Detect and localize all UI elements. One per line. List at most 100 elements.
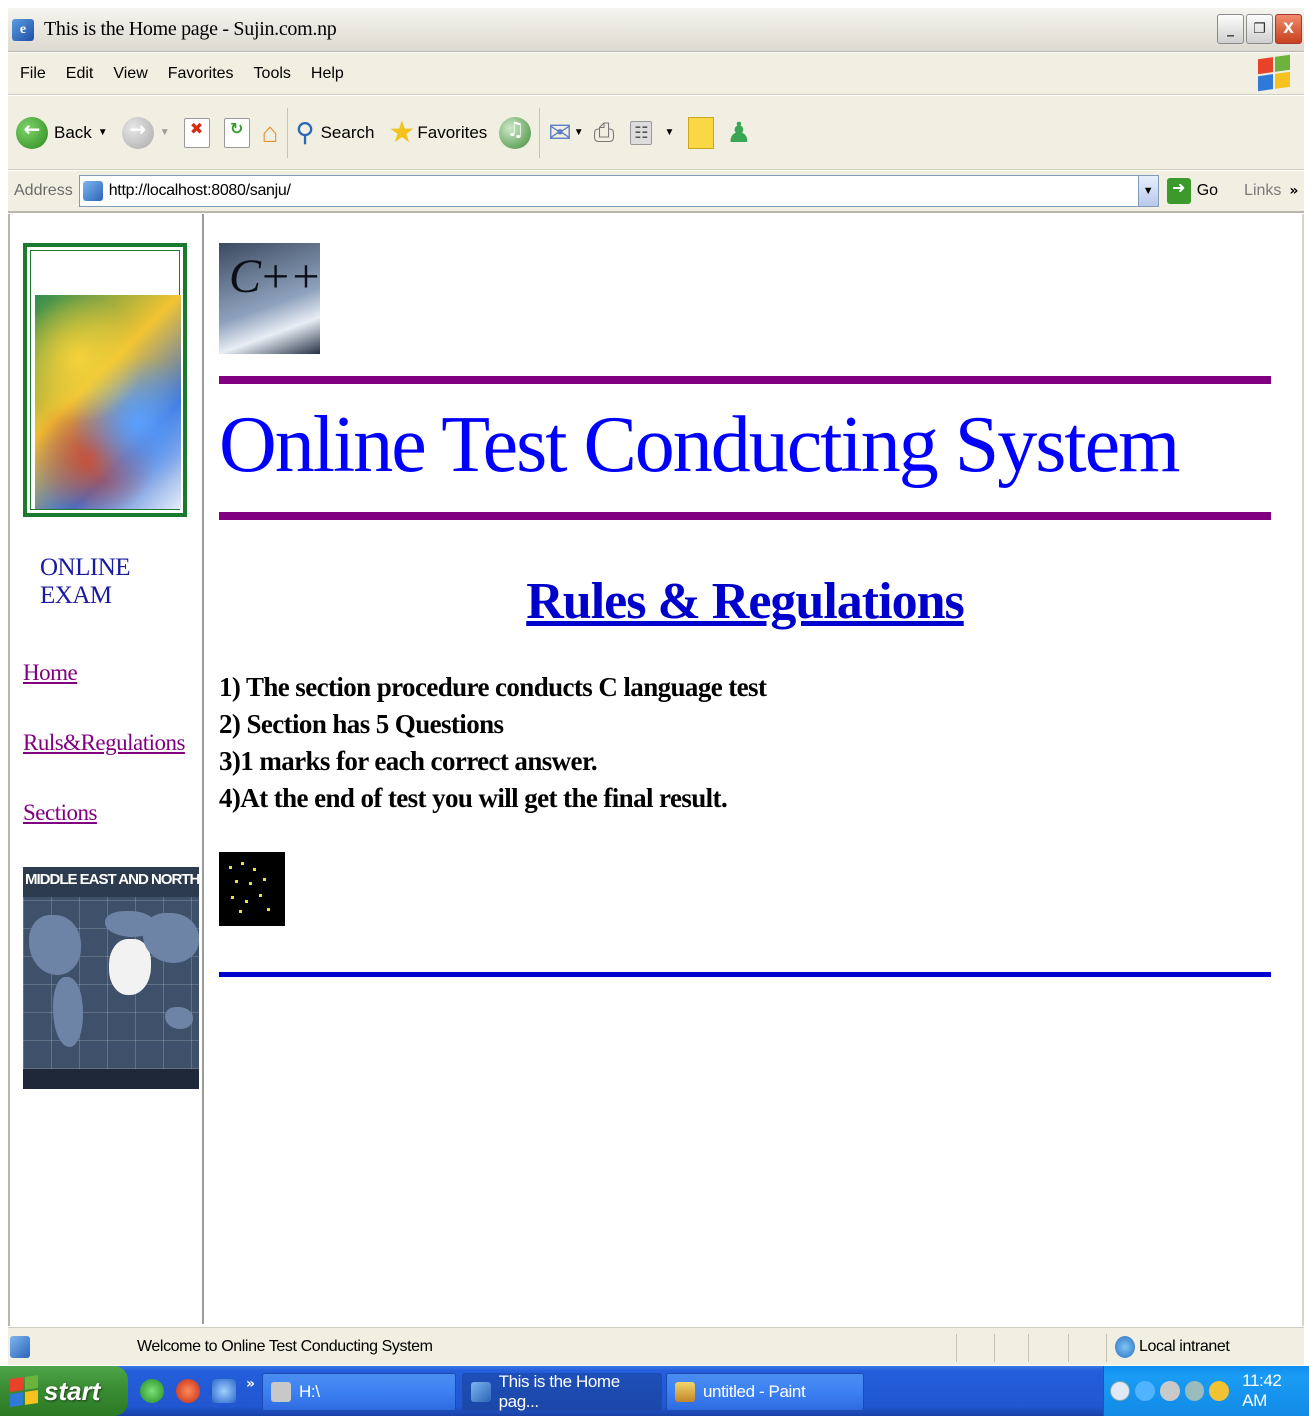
nav-link-sections[interactable]: Sections — [23, 800, 97, 826]
taskbar-button-browser[interactable]: This is the Home pag... — [462, 1372, 662, 1411]
map-footer — [23, 1069, 199, 1089]
map-continent — [29, 915, 81, 975]
print-button[interactable]: ⎙ — [594, 117, 615, 149]
address-input[interactable]: http://localhost:8080/sanju/ ▼ — [78, 175, 1159, 207]
page-title: Online Test Conducting System — [219, 401, 1180, 489]
paint-icon — [675, 1382, 695, 1402]
nav-link-rules[interactable]: Ruls&Regulations — [23, 730, 185, 756]
window-title: This is the Home page - Sujin.com.np — [44, 18, 337, 40]
printer-icon: ⎙ — [593, 116, 615, 147]
home-button[interactable]: ⌂ — [262, 117, 279, 149]
start-button[interactable]: start — [0, 1366, 128, 1416]
brand-title: ONLINE EXAM — [40, 554, 131, 609]
links-toolbar[interactable]: Links — [1244, 182, 1281, 200]
toolbar-separator — [539, 107, 541, 158]
anim-dot — [253, 868, 256, 871]
start-label: start — [44, 1375, 101, 1406]
media-icon: ♫ — [499, 116, 532, 149]
standard-toolbar: ← Back ▼ → ▼ ✖ ↻ ⌂ ⚲ Search ★ Favorites … — [8, 96, 1304, 170]
intranet-zone-icon — [1115, 1335, 1135, 1358]
quicklaunch-desktop-icon[interactable] — [212, 1379, 236, 1403]
menu-favorites[interactable]: Favorites — [168, 65, 234, 83]
anim-dot — [259, 894, 262, 897]
nav-link-home[interactable]: Home — [23, 660, 78, 686]
exam-logo-image — [35, 295, 181, 509]
discuss-button[interactable] — [688, 116, 715, 149]
page-favicon-icon — [82, 181, 103, 201]
toolbar-separator — [286, 107, 288, 158]
ie-window-icon — [471, 1382, 491, 1402]
animated-image — [219, 852, 285, 926]
status-bar: Welcome to Online Test Conducting System… — [8, 1327, 1304, 1365]
forward-dropdown-icon[interactable]: ▼ — [160, 127, 170, 138]
anim-dot — [267, 908, 270, 911]
media-button[interactable]: ♫ — [499, 116, 532, 149]
back-button[interactable]: ← Back ▼ — [16, 116, 108, 149]
tray-volume-icon[interactable] — [1159, 1381, 1180, 1401]
address-url: http://localhost:8080/sanju/ — [108, 182, 291, 199]
links-chevron-icon[interactable]: » — [1289, 183, 1298, 199]
status-panel — [1068, 1334, 1069, 1362]
tray-collapse-icon[interactable] — [1110, 1381, 1130, 1401]
page-status-icon — [10, 1335, 30, 1358]
window-controls: _ ❐ X — [1217, 14, 1302, 44]
refresh-button[interactable]: ↻ — [223, 117, 250, 148]
windows-logo-icon — [10, 1375, 38, 1407]
close-button[interactable]: X — [1275, 14, 1302, 44]
taskbar-button-drive[interactable]: H:\ — [262, 1373, 456, 1411]
tray-update-icon[interactable] — [1209, 1381, 1230, 1401]
stop-button[interactable]: ✖ — [183, 117, 210, 148]
rules-heading[interactable]: Rules & Regulations — [219, 572, 1271, 631]
status-panel — [956, 1334, 957, 1362]
minimize-button[interactable]: _ — [1217, 14, 1244, 44]
forward-button[interactable]: → ▼ — [121, 116, 170, 149]
search-button[interactable]: ⚲ Search — [296, 117, 375, 148]
menu-file[interactable]: File — [20, 65, 46, 83]
back-dropdown-icon[interactable]: ▼ — [98, 127, 108, 138]
mail-button[interactable]: ✉ ▼ — [548, 116, 583, 149]
page-viewport: ONLINE EXAM Home Ruls&Regulations Sectio… — [8, 214, 1304, 1326]
go-button[interactable]: ➜ Go — [1166, 178, 1219, 204]
taskbar-clock[interactable]: 11:42 AM — [1242, 1371, 1309, 1411]
favorites-label: Favorites — [417, 122, 488, 142]
quicklaunch-ie-icon[interactable] — [140, 1379, 164, 1403]
go-label: Go — [1196, 182, 1219, 199]
menu-edit[interactable]: Edit — [66, 65, 94, 83]
rule-item: 2) Section has 5 Questions — [219, 709, 504, 739]
anim-dot — [249, 882, 252, 885]
edit-page-icon: ☷ — [630, 120, 653, 145]
taskbar-button-paint[interactable]: untitled - Paint — [666, 1373, 864, 1411]
ie-app-icon: e — [12, 18, 34, 41]
map-continent — [53, 977, 83, 1047]
address-dropdown-icon[interactable]: ▼ — [1137, 176, 1158, 206]
messenger-button[interactable]: ♟ — [726, 116, 751, 149]
anim-dot — [245, 900, 248, 903]
anim-dot — [235, 880, 238, 883]
menu-help[interactable]: Help — [311, 65, 344, 83]
tray-network-icon[interactable] — [1134, 1381, 1155, 1401]
messenger-buddies-icon: ♟ — [726, 117, 752, 148]
taskbar-button-label: H:\ — [299, 1382, 320, 1401]
map-continent — [165, 1007, 193, 1029]
menu-tools[interactable]: Tools — [254, 65, 291, 83]
stop-icon: ✖ — [183, 117, 210, 148]
edit-button[interactable]: ☷ ▼ — [630, 120, 674, 145]
address-bar: Address http://localhost:8080/sanju/ ▼ ➜… — [8, 171, 1304, 213]
anim-dot — [229, 866, 232, 869]
search-icon: ⚲ — [295, 117, 315, 147]
window-title-bar[interactable]: e This is the Home page - Sujin.com.np _… — [8, 8, 1304, 52]
security-zone[interactable]: Local intranet — [1115, 1335, 1230, 1358]
favorites-button[interactable]: ★ Favorites — [388, 115, 487, 150]
edit-dropdown-icon[interactable]: ▼ — [664, 127, 674, 138]
taskbar-button-label: This is the Home pag... — [498, 1372, 621, 1411]
restore-button[interactable]: ❐ — [1246, 14, 1273, 44]
tray-balloon-icon[interactable] — [1184, 1381, 1205, 1401]
quicklaunch-chevron-icon[interactable]: » — [246, 1376, 255, 1392]
mail-dropdown-icon[interactable]: ▼ — [574, 127, 584, 138]
world-map-banner: MIDDLE EAST AND NORTH AFR — [23, 867, 199, 1089]
map-highlight-region — [109, 939, 151, 995]
quicklaunch-media-icon[interactable] — [176, 1379, 200, 1403]
home-icon: ⌂ — [261, 116, 279, 148]
menu-view[interactable]: View — [113, 65, 147, 83]
windows-logo-icon — [1258, 54, 1290, 92]
